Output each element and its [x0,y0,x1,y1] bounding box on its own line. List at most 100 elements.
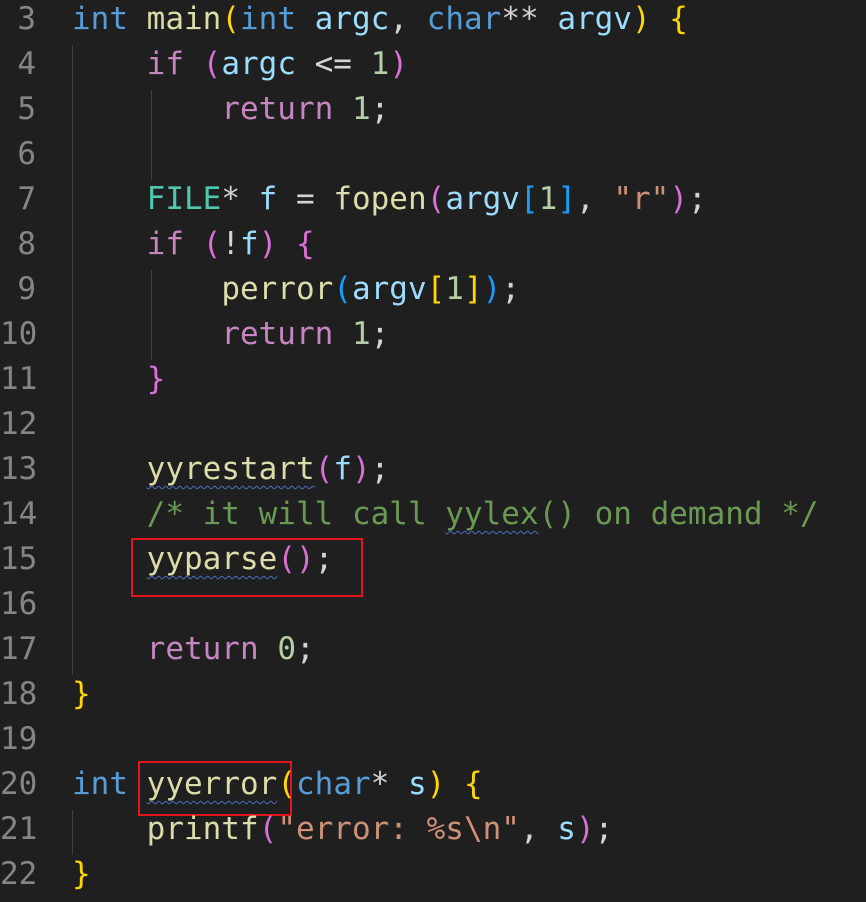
line-number: 15 [0,541,38,577]
code-token: int [240,1,296,37]
code-line[interactable]: 21 printf("error: %s\n", s); [0,807,866,852]
code-text: perror(argv[1]); [72,267,520,312]
line-number: 14 [0,496,38,532]
code-token: /* it will call [146,496,446,532]
code-line[interactable]: 8 if (!f) { [0,222,866,267]
code-token: * [370,766,408,802]
code-line[interactable]: 17 return 0; [0,627,866,672]
line-number: 7 [17,181,36,217]
code-token: s [557,811,576,847]
code-token: } [72,676,91,712]
code-token-flagged: yyrestart [146,451,315,487]
code-token: 1 [370,46,390,82]
code-token: main [146,1,222,37]
code-text: yyparse(); [72,537,334,582]
code-token: 1 [538,181,558,217]
line-number: 21 [0,811,38,847]
line-number: 4 [17,46,36,82]
code-line[interactable]: 15 yyparse(); [0,537,866,582]
code-line[interactable]: 12 [0,402,866,447]
code-token: argv [351,271,427,307]
code-token: perror [221,271,334,307]
code-text: printf("error: %s\n", s); [72,807,614,852]
code-token: ; [687,181,707,217]
code-token: ) [389,46,408,82]
line-number: 18 [0,676,38,712]
code-token: ( [277,766,296,802]
line-number: 3 [17,1,36,37]
code-line[interactable]: 5 return 1; [0,87,866,132]
code-token: "error: %s\n" [277,811,520,847]
code-line[interactable]: 20 int yyerror(char* s) { [0,762,866,807]
code-text: int yyerror(char* s) { [72,762,483,807]
code-line[interactable]: 9 perror(argv[1]); [0,267,866,312]
code-line[interactable]: 22} [0,852,866,897]
code-text: yyrestart(f); [72,447,390,492]
code-token: 1 [351,316,371,352]
code-token: { [669,1,688,37]
line-number: 13 [0,451,38,487]
code-token: ) [482,271,502,307]
code-token: ) [351,451,371,487]
code-text: } [72,852,91,897]
code-token: ; [370,451,390,487]
code-token: FILE [146,181,222,217]
code-token: argc [221,46,296,82]
code-line[interactable]: 16 [0,582,866,627]
code-text: /* it will call yylex() on demand */ [72,492,819,537]
code-line[interactable]: 14 /* it will call yylex() on demand */ [0,492,866,537]
code-line[interactable]: 10 return 1; [0,312,866,357]
code-token-flagged: yylex [445,496,539,532]
line-number: 17 [0,631,38,667]
line-number: 22 [0,856,38,892]
code-token: int [72,766,128,802]
code-token: f [258,181,278,217]
line-number: 5 [17,91,36,127]
code-token: { [296,226,315,262]
code-token: [ [519,181,539,217]
code-token: ; [314,541,334,577]
code-text: return 0; [72,627,315,672]
code-token: argc [314,1,390,37]
code-token: ) [575,811,595,847]
code-token: argv [557,1,632,37]
code-token: , [389,1,427,37]
code-token: f [333,451,352,487]
code-token: ( [202,226,222,262]
code-token: s [407,766,427,802]
code-line[interactable]: 13 yyrestart(f); [0,447,866,492]
code-token: if [146,46,184,82]
code-token: char [296,766,371,802]
code-editor[interactable]: 3 int main(int argc, char** argv) {4 if (… [0,0,866,902]
code-line[interactable]: 3 int main(int argc, char** argv) { [0,0,866,42]
code-line[interactable]: 19 [0,717,866,762]
code-token: "r" [613,181,670,217]
code-line[interactable]: 11 } [0,357,866,402]
code-line[interactable]: 7 FILE* f = fopen(argv[1], "r"); [0,177,866,222]
code-token: 0 [277,631,296,667]
code-line[interactable]: 18} [0,672,866,717]
line-number: 16 [0,586,38,622]
code-token: ] [557,181,576,217]
code-token: return [221,316,334,352]
code-token: = [277,181,334,217]
code-line[interactable]: 6 [0,132,866,177]
code-text: if (!f) { [72,222,315,267]
code-line[interactable]: 4 if (argc <= 1) [0,42,866,87]
code-token: { [464,766,483,802]
